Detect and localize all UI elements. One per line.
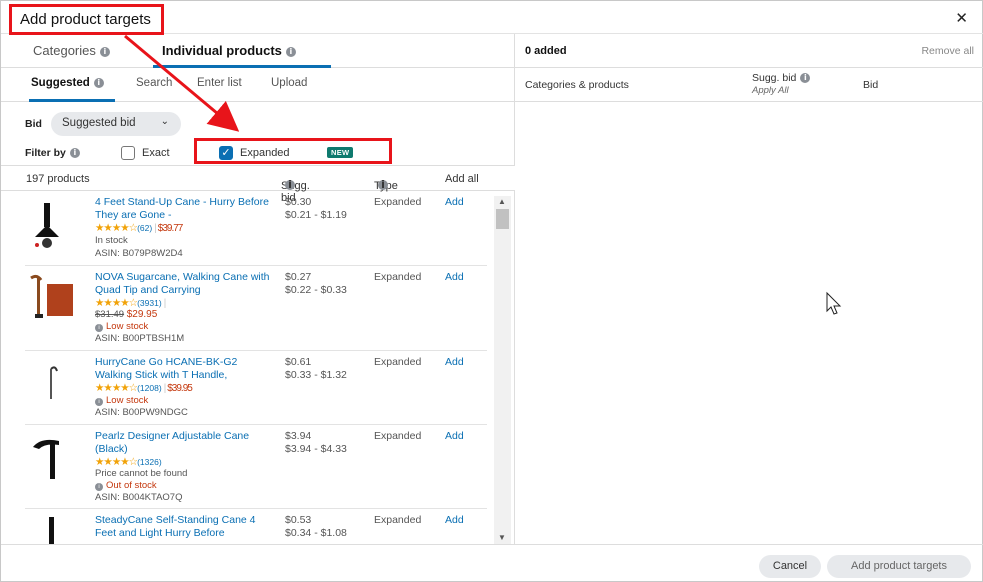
match-type: Expanded xyxy=(374,514,422,526)
add-link[interactable]: Add xyxy=(445,356,464,368)
stock-warning: i Low stock xyxy=(95,321,148,332)
product-name[interactable]: 4 Feet Stand-Up Cane - Hurry Before They… xyxy=(95,196,277,221)
info-icon: i xyxy=(95,398,103,406)
product-row: NOVA Sugarcane, Walking Cane with Quad T… xyxy=(25,266,487,351)
info-icon: i xyxy=(285,47,296,57)
active-subtab-indicator xyxy=(29,99,115,102)
match-type: Expanded xyxy=(374,356,422,368)
product-list: 4 Feet Stand-Up Cane - Hurry Before They… xyxy=(1,191,495,544)
added-header: 0 added Remove all xyxy=(515,34,983,68)
sugg-bid: $0.53 $0.34 - $1.08 xyxy=(285,514,347,539)
product-image xyxy=(30,274,73,318)
sugg-bid: $0.27 $0.22 - $0.33 xyxy=(285,271,347,296)
scroll-down-icon[interactable]: ▼ xyxy=(498,533,506,542)
asin: ASIN: B00PW9NDGC xyxy=(95,407,188,418)
cancel-button[interactable]: Cancel xyxy=(759,555,821,578)
add-all-link[interactable]: Add all xyxy=(445,173,479,185)
product-name[interactable]: SteadyCane Self-Standing Cane 4 Feet and… xyxy=(95,514,277,539)
info-icon: i xyxy=(99,47,110,57)
rating-stars: ★★★★☆(3931) | xyxy=(95,297,166,309)
list-column-header: 197 products Sugg. bidi Typei Add all xyxy=(1,165,515,204)
remove-all-link[interactable]: Remove all xyxy=(921,45,974,57)
product-name[interactable]: NOVA Sugarcane, Walking Cane with Quad T… xyxy=(95,271,277,296)
bid-select-value: Suggested bid xyxy=(62,117,136,129)
info-icon: i xyxy=(285,179,295,190)
product-image xyxy=(49,517,54,544)
rating-stars: ★★★★☆(1326) xyxy=(95,456,162,468)
availability: In stock xyxy=(95,235,128,246)
rating-stars: ★★★★☆(62) | $39.77 xyxy=(95,222,183,234)
info-icon: i xyxy=(95,483,103,491)
filter-label: Filter by i xyxy=(25,147,80,159)
price: $29.95 xyxy=(126,309,158,320)
bid-select[interactable]: Suggested bid ⌄ xyxy=(51,112,181,136)
exact-checkbox[interactable] xyxy=(121,146,135,160)
stock-warning: i Low stock xyxy=(95,395,148,406)
right-panel: 0 added Remove all Categories & products… xyxy=(515,34,983,544)
asin: ASIN: B00PTBSH1M xyxy=(95,333,185,344)
match-type: Expanded xyxy=(374,196,422,208)
old-price: $31.49 xyxy=(95,309,125,320)
modal-header: Add product targets ✕ xyxy=(1,1,983,35)
match-type: Expanded xyxy=(374,430,422,442)
product-row: 4 Feet Stand-Up Cane - Hurry Before They… xyxy=(25,191,487,266)
modal-footer: Cancel Add product targets xyxy=(1,544,983,582)
modal-title: Add product targets xyxy=(9,4,164,35)
product-row: SteadyCane Self-Standing Cane 4 Feet and… xyxy=(25,509,487,544)
added-count: 0 added xyxy=(525,45,567,57)
annotation-box-expanded xyxy=(194,138,392,164)
info-icon: i xyxy=(95,324,103,332)
product-row: HurryCane Go HCANE-BK-G2 Walking Stick w… xyxy=(25,351,487,425)
scrollbar-thumb[interactable] xyxy=(496,209,509,229)
bid-label: Bid xyxy=(25,118,42,130)
exact-label: Exact xyxy=(142,147,170,159)
close-icon[interactable]: ✕ xyxy=(955,9,968,27)
col-sugg-bid: Sugg. bid i xyxy=(752,72,811,84)
add-link[interactable]: Add xyxy=(445,514,464,526)
sugg-bid: $0.61 $0.33 - $1.32 xyxy=(285,356,347,381)
sugg-bid: $3.94 $3.94 - $4.33 xyxy=(285,430,347,455)
add-link[interactable]: Add xyxy=(445,196,464,208)
info-icon: i xyxy=(93,78,104,88)
asin: ASIN: B004KTAO7Q xyxy=(95,492,183,503)
asin: ASIN: B079P8W2D4 xyxy=(95,248,183,259)
add-product-targets-modal: Add product targets ✕ Categories i Indivi… xyxy=(0,0,983,582)
rating-stars: ★★★★☆(1208) | $39.95 xyxy=(95,382,193,394)
price-note: Price cannot be found xyxy=(95,468,188,479)
product-name[interactable]: HurryCane Go HCANE-BK-G2 Walking Stick w… xyxy=(95,356,277,381)
left-panel: Categories i Individual products i Suggest… xyxy=(1,34,515,544)
apply-all-link[interactable]: Apply All xyxy=(752,85,789,96)
info-icon: i xyxy=(378,179,388,190)
product-row: Pearlz Designer Adjustable Cane (Black) … xyxy=(25,425,487,509)
chevron-down-icon: ⌄ xyxy=(160,116,169,127)
product-name[interactable]: Pearlz Designer Adjustable Cane (Black) xyxy=(95,430,277,455)
add-link[interactable]: Add xyxy=(445,430,464,442)
product-image xyxy=(33,439,59,479)
tab-individual-products[interactable]: Individual products i xyxy=(162,43,296,58)
tab-suggested[interactable]: Suggested i xyxy=(31,77,104,89)
tab-search[interactable]: Search xyxy=(136,77,172,89)
sugg-bid: $0.30 $0.21 - $1.19 xyxy=(285,196,347,221)
col-categories-products: Categories & products xyxy=(525,79,629,91)
info-icon: i xyxy=(800,73,811,83)
info-icon: i xyxy=(69,148,80,158)
match-type: Expanded xyxy=(374,271,422,283)
list-scrollbar[interactable]: ▲ ▼ xyxy=(494,196,511,544)
product-image xyxy=(35,203,59,248)
product-count: 197 products xyxy=(26,173,90,185)
added-column-header: Categories & products Sugg. bid i Apply A… xyxy=(515,68,983,102)
stock-warning: i Out of stock xyxy=(95,480,157,491)
tab-enter-list[interactable]: Enter list xyxy=(197,77,242,89)
product-image xyxy=(50,366,58,399)
add-link[interactable]: Add xyxy=(445,271,464,283)
main-tabs: Categories i Individual products i xyxy=(1,34,515,68)
scroll-up-icon[interactable]: ▲ xyxy=(498,197,506,206)
sub-tabs: Suggested i Search Enter list Upload xyxy=(1,68,515,102)
tab-upload[interactable]: Upload xyxy=(271,77,307,89)
col-bid: Bid xyxy=(863,79,879,91)
tab-categories[interactable]: Categories i xyxy=(33,43,110,58)
add-product-targets-button[interactable]: Add product targets xyxy=(827,555,971,578)
